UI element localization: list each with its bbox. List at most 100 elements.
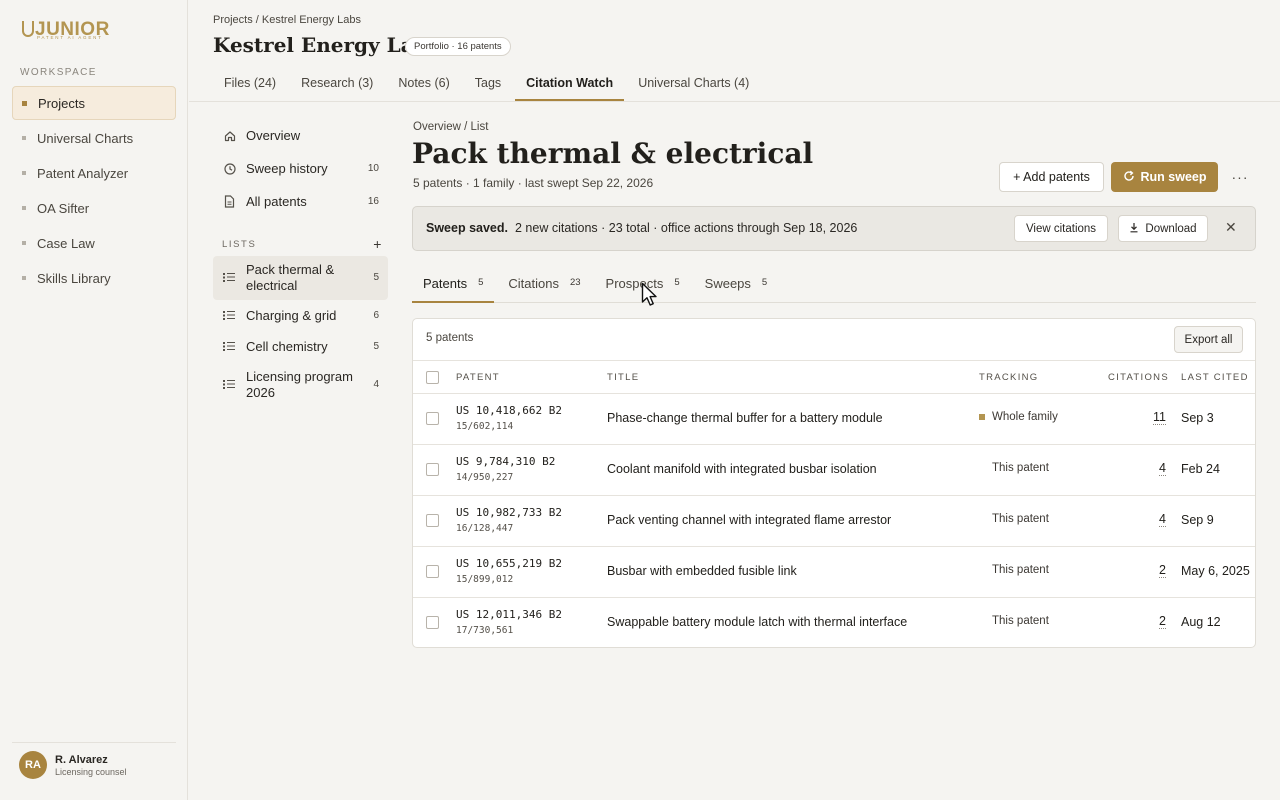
bullet-icon xyxy=(22,136,26,140)
row-checkbox[interactable] xyxy=(426,514,439,527)
table-row[interactable]: US 10,982,733 B2 16/128,447 Pack venting… xyxy=(413,496,1255,547)
add-list-icon[interactable]: + xyxy=(373,236,383,252)
table-row[interactable]: US 12,011,346 B2 17/730,561 Swappable ba… xyxy=(413,598,1255,647)
patent-number[interactable]: US 10,655,219 B2 xyxy=(456,557,562,570)
table-row[interactable]: US 10,655,219 B2 15/899,012 Busbar with … xyxy=(413,547,1255,598)
list-item-count: 6 xyxy=(373,310,379,321)
bullet-icon xyxy=(22,171,26,175)
tab-notes[interactable]: Notes (6) xyxy=(387,66,460,101)
download-button[interactable]: Download xyxy=(1118,215,1208,242)
lists-section-header: LISTS + xyxy=(213,232,388,256)
row-checkbox[interactable] xyxy=(426,412,439,425)
tab-tags[interactable]: Tags xyxy=(464,66,512,101)
sidebar-item-patent-analyzer[interactable]: Patent Analyzer xyxy=(12,156,176,190)
patent-number[interactable]: US 12,011,346 B2 xyxy=(456,608,562,621)
logo-mark-icon xyxy=(19,20,34,40)
column-citations[interactable]: CITATIONS xyxy=(1108,372,1169,383)
list-item-cell-chemistry[interactable]: Cell chemistry 5 xyxy=(213,332,388,362)
sidebar-item-label: Projects xyxy=(38,95,85,111)
subtab-citations[interactable]: Citations 23 xyxy=(497,266,591,303)
close-icon[interactable]: ✕ xyxy=(1225,219,1237,236)
patent-title[interactable]: Busbar with embedded fusible link xyxy=(607,564,797,578)
panel-item-overview[interactable]: Overview xyxy=(213,119,388,152)
list-item-label: Charging & grid xyxy=(246,308,337,323)
tracking-status[interactable]: Whole family xyxy=(979,411,1058,423)
tracking-status[interactable]: This patent xyxy=(979,564,1049,576)
tab-files[interactable]: Files (24) xyxy=(213,66,287,101)
sidebar-item-label: OA Sifter xyxy=(37,200,90,216)
patent-number[interactable]: US 10,418,662 B2 xyxy=(456,404,562,417)
tracking-status[interactable]: This patent xyxy=(979,462,1049,474)
bullet-icon xyxy=(22,276,26,280)
document-icon xyxy=(223,195,236,208)
sidebar-item-case-law[interactable]: Case Law xyxy=(12,226,176,260)
patent-number[interactable]: US 9,784,310 B2 xyxy=(456,455,555,468)
list-item-label: Pack thermal & electrical xyxy=(246,262,335,293)
table-row[interactable]: US 9,784,310 B2 14/950,227 Coolant manif… xyxy=(413,445,1255,496)
subtab-sweeps[interactable]: Sweeps 5 xyxy=(694,266,779,303)
tracking-status[interactable]: This patent xyxy=(979,615,1049,627)
lists-section-label: LISTS xyxy=(222,238,257,250)
list-item-charging-grid[interactable]: Charging & grid 6 xyxy=(213,301,388,331)
sidebar-item-label: Case Law xyxy=(37,235,95,251)
column-last-cited[interactable]: LAST CITED xyxy=(1181,372,1249,383)
tracking-status[interactable]: This patent xyxy=(979,513,1049,525)
row-checkbox[interactable] xyxy=(426,463,439,476)
panel-item-all-patents[interactable]: All patents 16 xyxy=(213,185,388,218)
table-row[interactable]: US 10,418,662 B2 15/602,114 Phase-change… xyxy=(413,394,1255,445)
project-header: Projects / Kestrel Energy Labs Kestrel E… xyxy=(189,0,1280,102)
column-tracking[interactable]: TRACKING xyxy=(979,372,1039,383)
citations-count[interactable]: 2 xyxy=(1159,614,1166,629)
list-item-pack-thermal[interactable]: Pack thermal & electrical 5 xyxy=(213,256,388,300)
subtab-count: 23 xyxy=(569,277,581,288)
sidebar-item-label: Universal Charts xyxy=(37,130,134,146)
sidebar-item-universal-charts[interactable]: Universal Charts xyxy=(12,121,176,155)
subtab-patents[interactable]: Patents 5 xyxy=(412,266,495,303)
patents-table: 5 patents Export all PATENT TITLE TRACKI… xyxy=(412,318,1256,648)
patent-title[interactable]: Coolant manifold with integrated busbar … xyxy=(607,462,877,476)
subtab-label: Citations xyxy=(508,276,559,291)
sidebar-item-oa-sifter[interactable]: OA Sifter xyxy=(12,191,176,225)
panel-item-label: Overview xyxy=(246,128,301,143)
citations-count[interactable]: 2 xyxy=(1159,563,1166,578)
export-all-button[interactable]: Export all xyxy=(1174,326,1243,353)
application-number: 16/128,447 xyxy=(456,523,514,534)
list-icon xyxy=(223,377,236,393)
breadcrumb[interactable]: Projects / Kestrel Energy Labs xyxy=(213,14,361,26)
sidebar-item-skills-library[interactable]: Skills Library xyxy=(12,261,176,295)
workspace-section-label: WORKSPACE xyxy=(20,67,97,78)
sidebar-item-projects[interactable]: Projects xyxy=(12,86,176,120)
select-all-checkbox[interactable] xyxy=(426,371,439,384)
download-label: Download xyxy=(1145,222,1197,235)
portfolio-badge: Portfolio · 16 patents xyxy=(405,37,511,56)
download-icon xyxy=(1129,222,1139,236)
logo-tagline: PATENT AI AGENT xyxy=(37,35,103,40)
add-patents-button[interactable]: + Add patents xyxy=(999,162,1104,192)
row-checkbox[interactable] xyxy=(426,616,439,629)
patent-number[interactable]: US 10,982,733 B2 xyxy=(456,506,562,519)
patent-title[interactable]: Phase-change thermal buffer for a batter… xyxy=(607,411,883,425)
sweep-saved-banner: Sweep saved. 2 new citations · 23 total … xyxy=(412,206,1256,251)
row-checkbox[interactable] xyxy=(426,565,439,578)
tab-research[interactable]: Research (3) xyxy=(290,66,384,101)
citations-count[interactable]: 11 xyxy=(1153,410,1166,425)
junior-logo[interactable]: JUNIOR PATENT AI AGENT xyxy=(19,20,110,40)
subtab-label: Sweeps xyxy=(704,276,751,291)
more-options-icon[interactable]: ··· xyxy=(1228,166,1252,188)
patent-title[interactable]: Swappable battery module latch with ther… xyxy=(607,615,907,629)
citations-count[interactable]: 4 xyxy=(1159,512,1166,527)
view-citations-button[interactable]: View citations xyxy=(1014,215,1108,242)
tab-universal-charts[interactable]: Universal Charts (4) xyxy=(627,66,760,101)
patent-title[interactable]: Pack venting channel with integrated fla… xyxy=(607,513,891,527)
tab-citation-watch[interactable]: Citation Watch xyxy=(515,66,625,101)
run-sweep-button[interactable]: Run sweep xyxy=(1111,162,1218,192)
user-profile[interactable]: RA R. Alvarez Licensing counsel xyxy=(12,742,176,779)
bullet-icon xyxy=(22,100,27,106)
panel-item-sweep-history[interactable]: Sweep history 10 xyxy=(213,152,388,185)
column-title[interactable]: TITLE xyxy=(607,372,639,383)
citations-count[interactable]: 4 xyxy=(1159,461,1166,476)
list-item-label: Licensing program 2026 xyxy=(246,369,353,400)
column-patent[interactable]: PATENT xyxy=(456,372,500,383)
list-item-licensing-program[interactable]: Licensing program 2026 4 xyxy=(213,363,388,407)
list-breadcrumb[interactable]: Overview / List xyxy=(413,121,488,133)
